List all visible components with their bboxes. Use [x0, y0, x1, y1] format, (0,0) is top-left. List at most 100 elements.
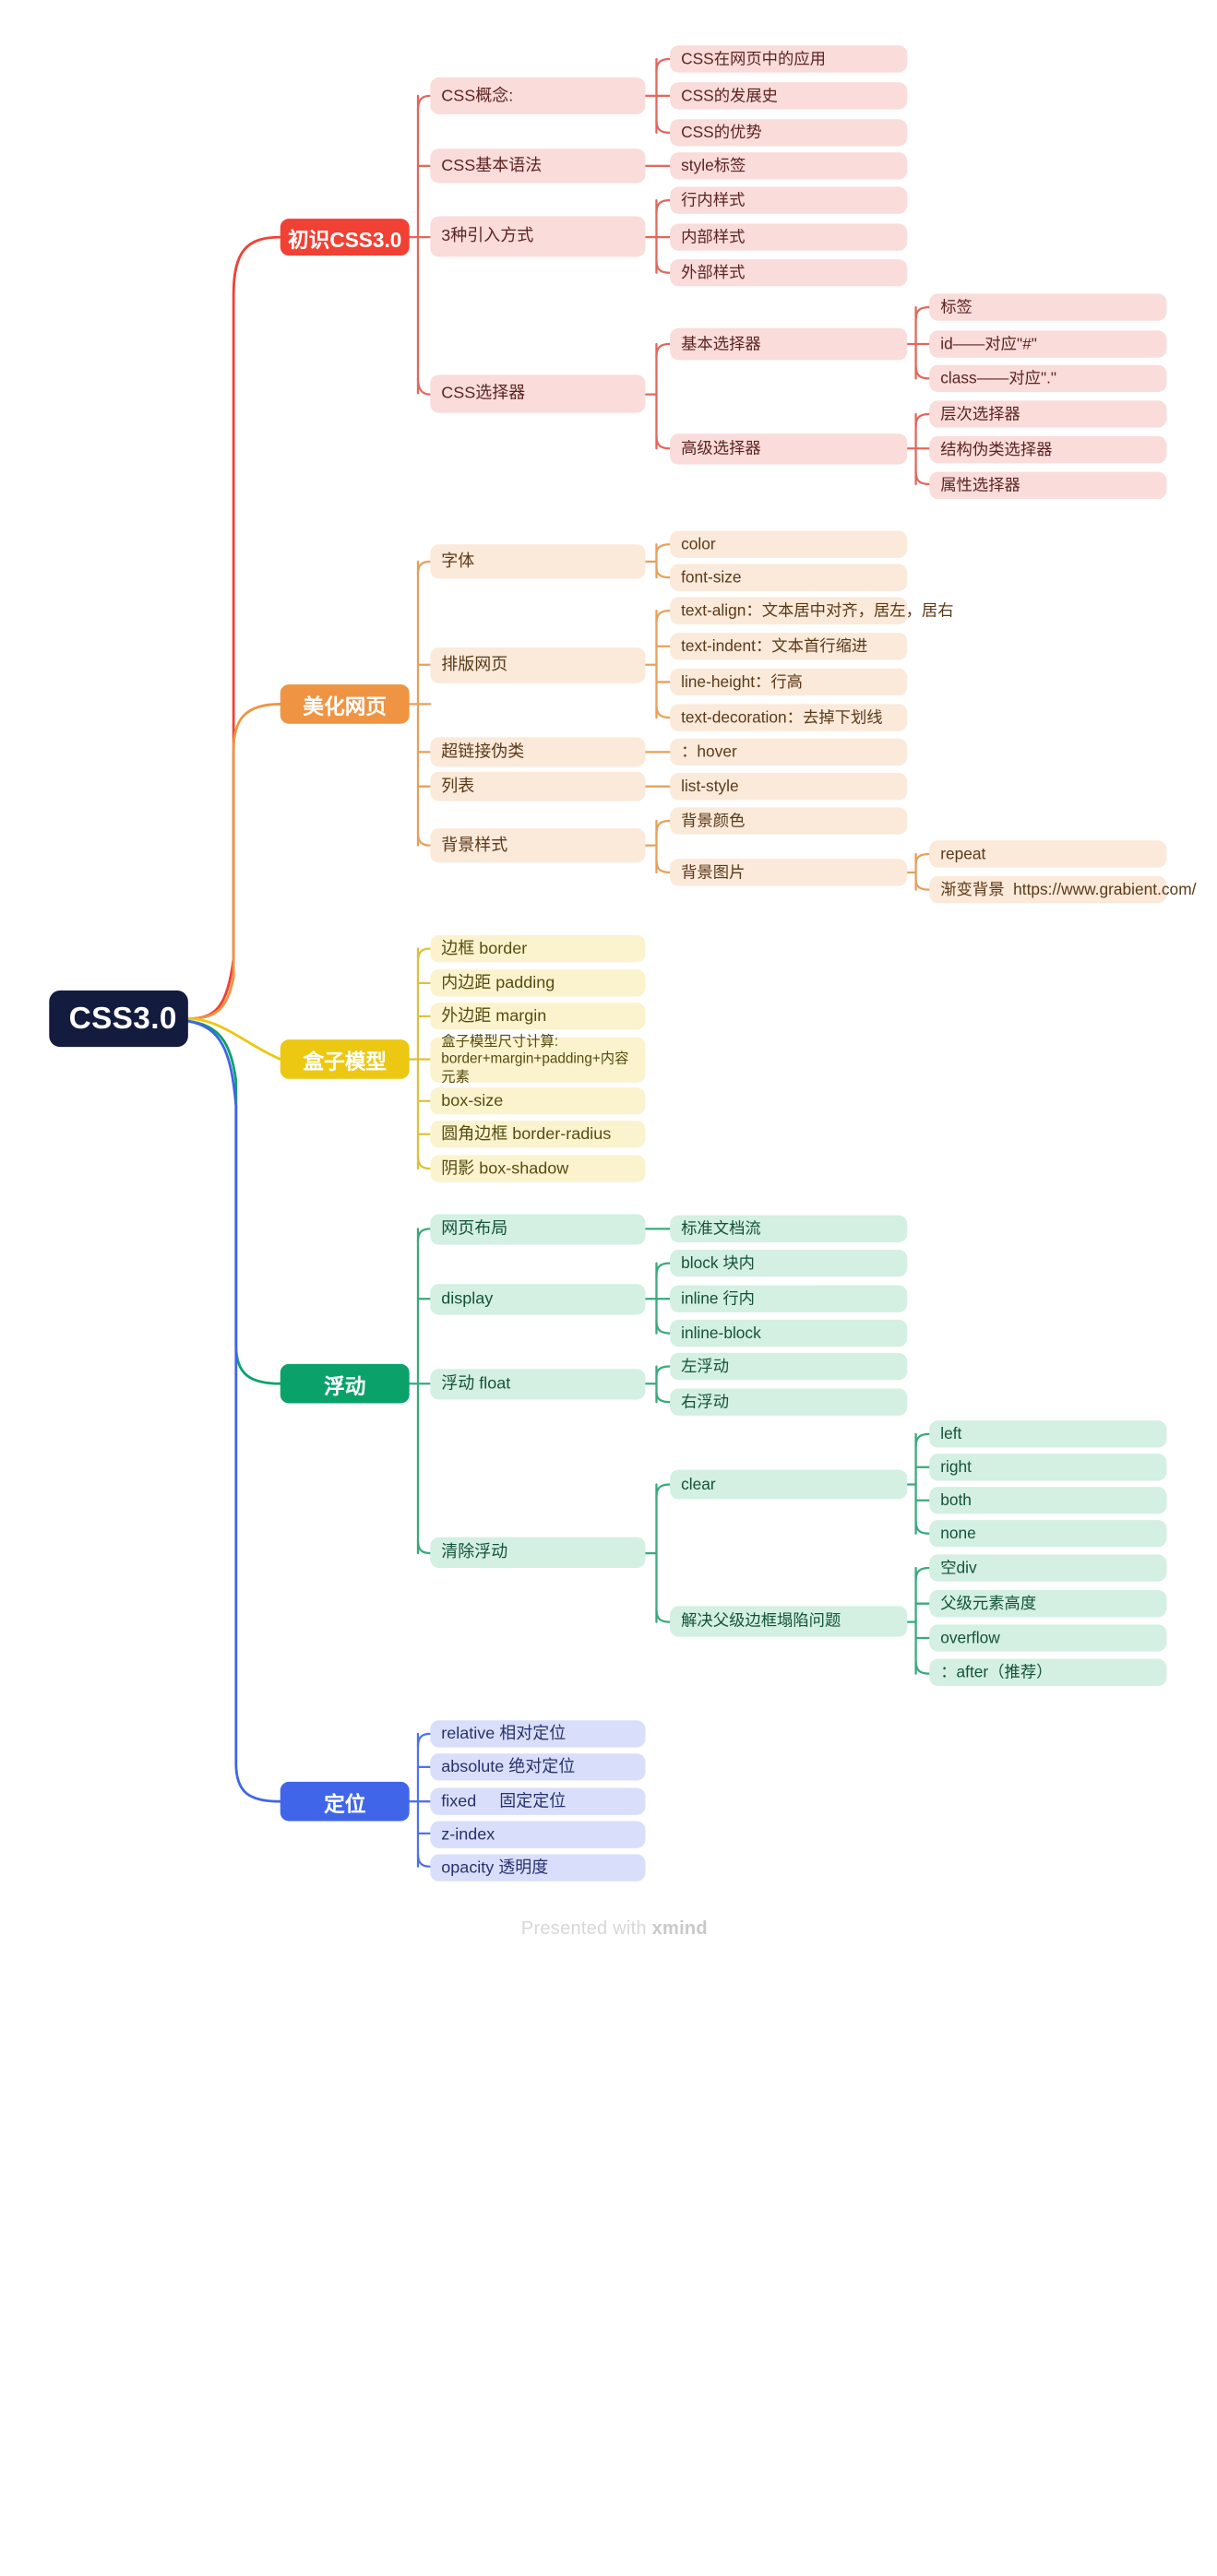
node-float-left[interactable]: 左浮动: [670, 1352, 908, 1381]
node-background-color[interactable]: 背景颜色: [670, 807, 908, 835]
node-typography[interactable]: 排版网页: [430, 647, 646, 683]
node-label: 内边距 padding: [441, 972, 555, 991]
node-label: 排版网页: [441, 655, 508, 674]
node-overflow[interactable]: overflow: [929, 1624, 1167, 1652]
node-label: CSS的发展史: [681, 86, 779, 105]
node-fixed[interactable]: fixed 固定定位: [430, 1787, 646, 1815]
branch-label: 浮动: [324, 1374, 366, 1398]
node-clear[interactable]: clear: [670, 1469, 908, 1500]
node-label: 右浮动: [681, 1392, 730, 1411]
node-css-usage[interactable]: CSS在网页中的应用: [670, 45, 908, 73]
node-label: inline-block: [681, 1323, 761, 1342]
node-label: clear: [681, 1474, 716, 1493]
node-clear-both[interactable]: both: [929, 1487, 1167, 1514]
node-label: block 块内: [681, 1252, 756, 1272]
node-repeat[interactable]: repeat: [929, 840, 1167, 868]
node-padding[interactable]: 内边距 padding: [430, 969, 646, 997]
node-text-decoration[interactable]: text-decoration：去掉下划线: [670, 704, 908, 731]
node-label: left: [940, 1423, 962, 1442]
node-css-syntax[interactable]: CSS基本语法: [430, 148, 646, 184]
node-basic-selector[interactable]: 基本选择器: [670, 327, 908, 361]
node-clear-none[interactable]: none: [929, 1520, 1167, 1548]
node-text-indent[interactable]: text-indent：文本首行缩进: [670, 633, 908, 660]
node-list[interactable]: 列表: [430, 771, 646, 801]
node-label: 左浮动: [681, 1356, 730, 1375]
node-display-inline-block[interactable]: inline-block: [670, 1319, 908, 1347]
node-background-image[interactable]: 背景图片: [670, 859, 908, 886]
node-external-style[interactable]: 外部样式: [670, 259, 908, 287]
node-css-concept[interactable]: CSS概念:: [430, 77, 646, 114]
node-display-inline[interactable]: inline 行内: [670, 1285, 908, 1312]
node-clear-left[interactable]: left: [929, 1420, 1167, 1448]
node-hierarchy-selector[interactable]: 层次选择器: [929, 400, 1167, 428]
node-selector-class[interactable]: class——对应".": [929, 364, 1167, 393]
node-box-size-calc[interactable]: 盒子模型尺寸计算: border+margin+padding+内容元素: [430, 1035, 646, 1085]
node-text-align[interactable]: text-align：文本居中对齐，居左，居右: [670, 597, 954, 624]
node-label: 字体: [441, 551, 475, 570]
node-after-pseudo[interactable]: ：after（推荐）: [929, 1658, 1167, 1686]
node-margin[interactable]: 外边距 margin: [430, 1003, 646, 1030]
node-float[interactable]: 浮动 float: [430, 1369, 646, 1400]
node-empty-div[interactable]: 空div: [929, 1554, 1167, 1582]
branch-node-float[interactable]: 浮动: [280, 1363, 410, 1404]
branch-node-box-model[interactable]: 盒子模型: [280, 1039, 410, 1079]
branch-label: 初识CSS3.0: [288, 228, 402, 252]
node-relative[interactable]: relative 相对定位: [430, 1720, 646, 1748]
node-selector-tag[interactable]: 标签: [929, 293, 1167, 321]
node-label: style标签: [681, 156, 746, 175]
node-opacity[interactable]: opacity 透明度: [430, 1854, 646, 1882]
node-display[interactable]: display: [430, 1284, 646, 1315]
branch-node-beautify[interactable]: 美化网页: [280, 684, 410, 724]
node-label: opacity 透明度: [441, 1857, 549, 1876]
node-css-selectors[interactable]: CSS选择器: [430, 374, 646, 413]
node-display-block[interactable]: block 块内: [670, 1249, 908, 1277]
node-box-size[interactable]: box-size: [430, 1087, 646, 1115]
node-structural-pseudo-selector[interactable]: 结构伪类选择器: [929, 435, 1167, 464]
node-selector-id[interactable]: id——对应"#": [929, 330, 1167, 358]
node-box-shadow[interactable]: 阴影 box-shadow: [430, 1155, 646, 1182]
node-link-pseudo-class[interactable]: 超链接伪类: [430, 737, 646, 767]
node-label: 属性选择器: [940, 475, 1020, 494]
node-parent-collapse-fix[interactable]: 解决父级边框塌陷问题: [670, 1606, 908, 1637]
node-inline-style[interactable]: 行内样式: [670, 186, 908, 214]
node-color[interactable]: color: [670, 530, 908, 558]
node-label: inline 行内: [681, 1288, 756, 1308]
root-node[interactable]: CSS3.0: [49, 990, 188, 1048]
node-label: right: [940, 1456, 972, 1476]
node-font[interactable]: 字体: [430, 544, 646, 579]
node-standard-flow[interactable]: 标准文档流: [670, 1215, 908, 1242]
node-label: CSS选择器: [441, 383, 526, 402]
node-label: 边框 border: [441, 938, 528, 957]
node-css-import-ways[interactable]: 3种引入方式: [430, 216, 646, 257]
node-clear-right[interactable]: right: [929, 1454, 1167, 1481]
node-css-history[interactable]: CSS的发展史: [670, 82, 908, 110]
node-clear-float[interactable]: 清除浮动: [430, 1537, 646, 1569]
node-border[interactable]: 边框 border: [430, 934, 646, 963]
node-attribute-selector[interactable]: 属性选择器: [929, 471, 1167, 499]
node-background-style[interactable]: 背景样式: [430, 827, 646, 863]
node-list-style[interactable]: list-style: [670, 773, 908, 801]
node-absolute[interactable]: absolute 绝对定位: [430, 1753, 646, 1781]
node-hover[interactable]: ：hover: [670, 738, 908, 766]
node-z-index[interactable]: z-index: [430, 1821, 646, 1848]
node-page-layout[interactable]: 网页布局: [430, 1214, 646, 1245]
node-parent-height[interactable]: 父级元素高度: [929, 1590, 1167, 1618]
branch-node-css-intro[interactable]: 初识CSS3.0: [280, 219, 410, 256]
node-label: display: [441, 1288, 494, 1308]
node-border-radius[interactable]: 圆角边框 border-radius: [430, 1121, 646, 1148]
node-float-right[interactable]: 右浮动: [670, 1388, 908, 1416]
node-label: 结构伪类选择器: [940, 439, 1053, 458]
node-css-advantages[interactable]: CSS的优势: [670, 119, 908, 147]
node-gradient-background[interactable]: 渐变背景 https://www.grabient.com/: [929, 875, 1196, 904]
node-advanced-selector[interactable]: 高级选择器: [670, 433, 908, 465]
node-label: CSS基本语法: [441, 155, 543, 174]
node-line-height[interactable]: line-height：行高: [670, 668, 908, 696]
node-label: 渐变背景 https://www.grabient.com/: [940, 879, 1197, 898]
branch-node-position[interactable]: 定位: [280, 1781, 410, 1822]
node-font-size[interactable]: font-size: [670, 564, 908, 591]
node-internal-style[interactable]: 内部样式: [670, 223, 908, 251]
node-label: 背景颜色: [681, 811, 746, 830]
node-label: fixed 固定定位: [441, 1790, 567, 1810]
node-style-tag[interactable]: style标签: [670, 152, 908, 180]
node-label: 3种引入方式: [441, 226, 534, 245]
